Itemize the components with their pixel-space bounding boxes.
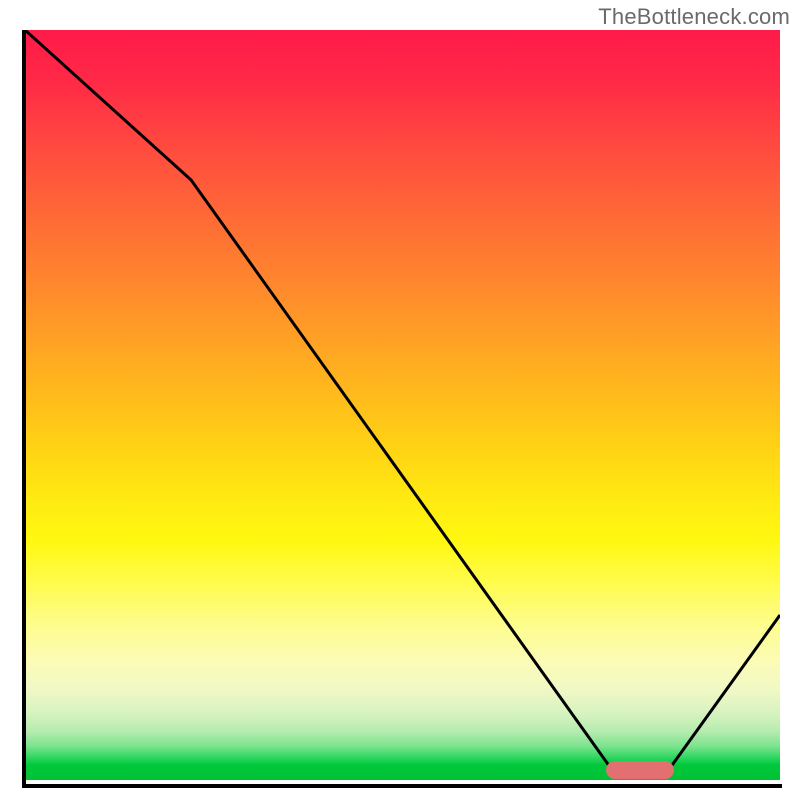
chart-plot-area xyxy=(25,30,780,780)
optimal-range-marker xyxy=(606,761,674,779)
y-axis xyxy=(22,30,26,788)
watermark-text: TheBottleneck.com xyxy=(598,4,790,30)
x-axis xyxy=(22,784,782,788)
bottleneck-curve xyxy=(25,30,780,780)
